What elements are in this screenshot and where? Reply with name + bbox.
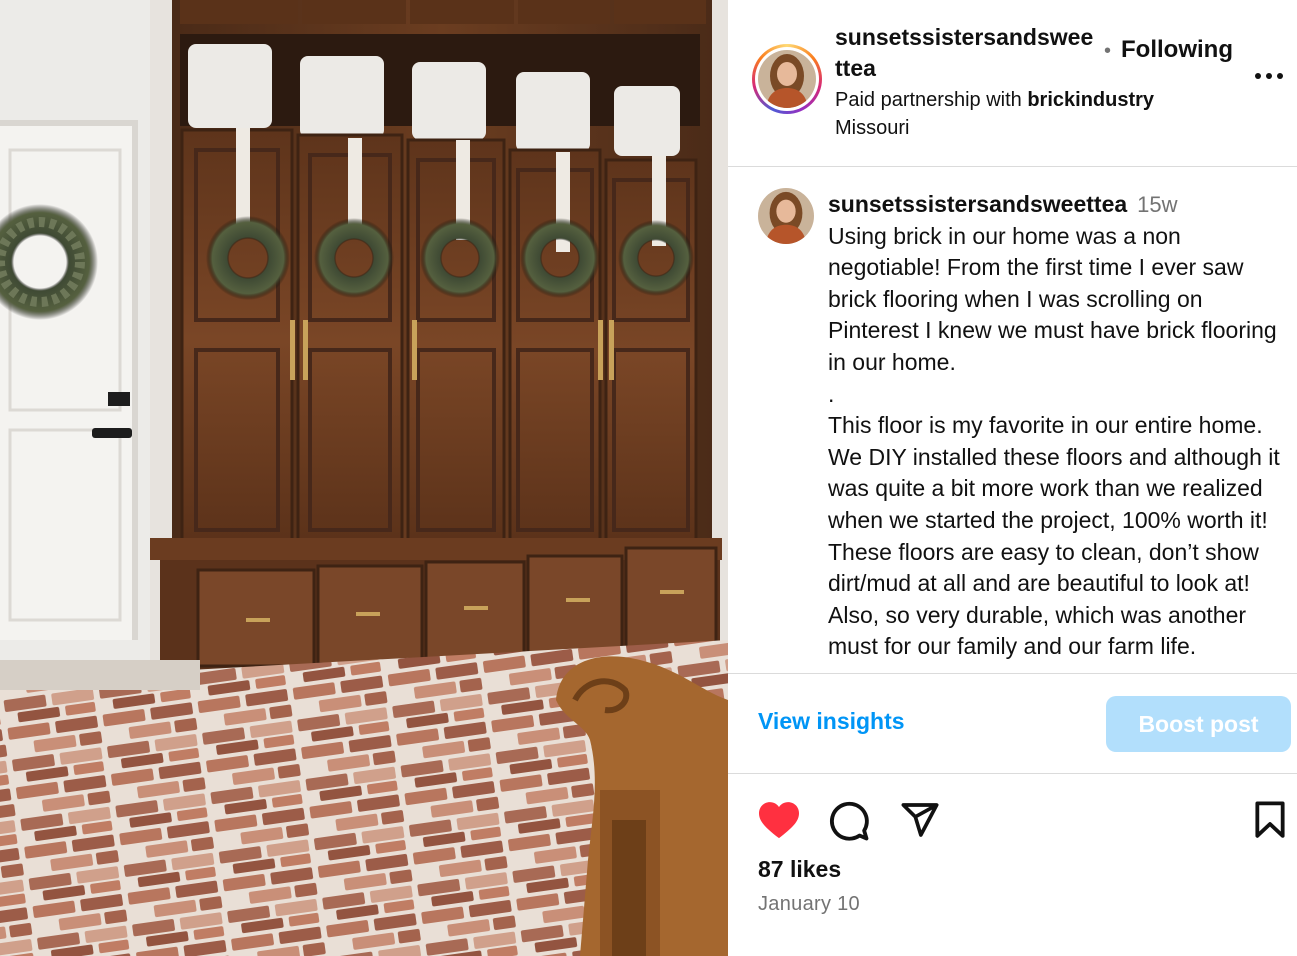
separator-dot: • [1104,40,1112,62]
caption-username[interactable]: sunsetssistersandsweettea [828,191,1127,217]
heart-icon[interactable] [756,800,802,845]
actions-divider [728,773,1297,774]
boost-post-button[interactable]: Boost post [1106,696,1291,752]
view-insights-link[interactable]: View insights [758,708,905,735]
comment-icon[interactable] [828,800,870,847]
avatar[interactable] [758,50,816,108]
share-icon[interactable] [899,800,941,845]
post-author-username[interactable]: sunsetssistersandsweettea [835,22,1095,84]
story-ring[interactable] [752,44,822,114]
header-divider [728,166,1297,167]
bookmark-icon[interactable] [1252,801,1288,844]
caption-divider [728,673,1297,674]
caption: sunsetssistersandsweettea 15w Using brick… [828,189,1290,673]
paid-partnership-label: Paid partnership with brickindustry [835,89,1154,112]
caption-text: Using brick in our home was a non negoti… [828,222,1280,660]
partnership-prefix: Paid partnership with [835,89,1028,111]
location-link[interactable]: Missouri [835,117,909,140]
more-options-icon[interactable] [1254,62,1284,82]
caption-avatar[interactable] [758,188,814,244]
post-image[interactable] [0,0,728,956]
post-panel: sunsetssistersandsweettea • Following Pa… [728,0,1297,956]
likes-count[interactable]: 87 likes [758,856,841,883]
caption-timestamp[interactable]: 15w [1137,192,1177,217]
post-date[interactable]: January 10 [758,893,860,916]
following-button[interactable]: Following [1121,36,1233,64]
partner-link[interactable]: brickindustry [1027,89,1154,111]
